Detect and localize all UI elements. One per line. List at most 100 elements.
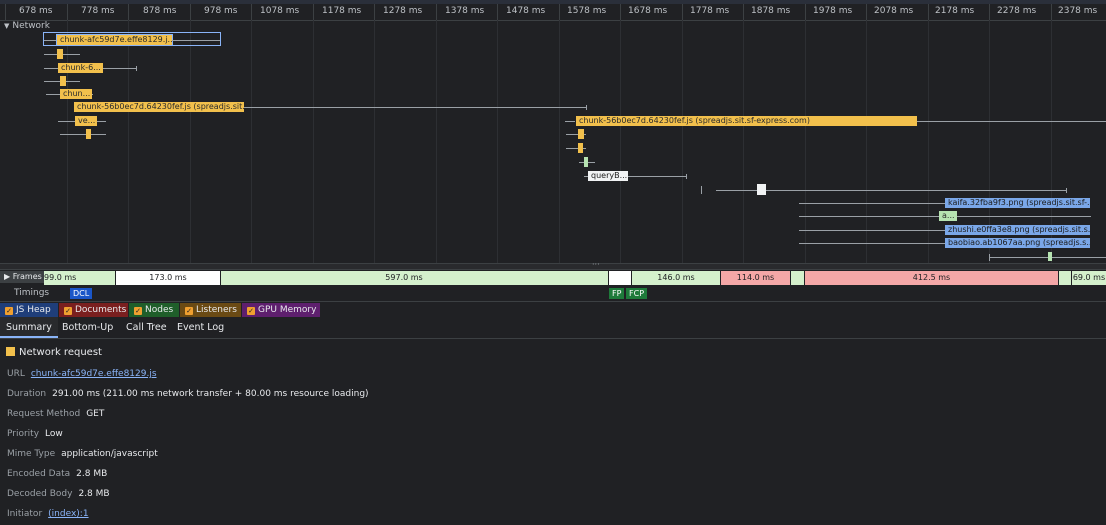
network-request-bar[interactable]: kaifa.32fba9f3.png (spreadjs.sit.sf-...: [945, 198, 1090, 208]
network-request-bar[interactable]: zhushi.e0ffa3e8.png (spreadjs.sit.s...: [945, 225, 1090, 235]
listeners-toggle[interactable]: ✓ Listeners: [180, 303, 241, 317]
frame-bar[interactable]: 146.0 ms: [632, 271, 720, 285]
network-request-bar[interactable]: [57, 49, 63, 59]
tick-label: 1578 ms: [567, 6, 607, 16]
frame-bar[interactable]: 412.5 ms: [805, 271, 1058, 285]
overview-strip[interactable]: [0, 0, 1106, 4]
tick-line: [190, 4, 191, 20]
frame-bar[interactable]: [587, 271, 608, 285]
tick-line: [989, 4, 990, 20]
fcp-marker[interactable]: FCP: [626, 288, 648, 299]
tick-label: 1878 ms: [751, 6, 791, 16]
frame-bar[interactable]: 597.0 ms: [221, 271, 587, 285]
timings-track[interactable]: Timings DCL FP FCP: [0, 287, 1106, 300]
frame-bar[interactable]: 69.0 ms: [1072, 271, 1106, 285]
frames-track-header[interactable]: ▶ Frames: [0, 271, 44, 283]
url-link[interactable]: chunk-afc59d7e.effe8129.js: [31, 369, 157, 379]
toggle-label: Nodes: [145, 305, 174, 315]
network-track-header[interactable]: ▼ Network: [4, 21, 50, 31]
network-request-bar[interactable]: ve...: [75, 116, 97, 126]
summary-row-method: Request Method GET: [7, 409, 104, 419]
frame-bar[interactable]: 114.0 ms: [721, 271, 790, 285]
fp-marker[interactable]: FP: [609, 288, 625, 299]
request-whisker: [957, 216, 1091, 217]
frame-bar[interactable]: [609, 271, 631, 285]
expand-triangle-icon[interactable]: ▶: [4, 272, 10, 281]
tick-line: [497, 4, 498, 20]
checkbox-icon[interactable]: ✓: [64, 307, 72, 315]
detail-tabs: Summary Bottom-Up Call Tree Event Log: [0, 317, 1106, 339]
tick-label: 1678 ms: [628, 6, 668, 16]
network-request-bar[interactable]: chun...: [60, 89, 92, 99]
request-whisker: [799, 243, 945, 244]
category-swatch: [6, 347, 15, 356]
js-heap-toggle[interactable]: ✓ JS Heap: [0, 303, 58, 317]
dcl-marker[interactable]: DCL: [70, 288, 93, 299]
network-request-bar[interactable]: [578, 129, 584, 139]
network-request-bar[interactable]: a...: [939, 211, 957, 221]
tick-line: [620, 4, 621, 20]
tick-line: [5, 4, 6, 20]
network-request-bar[interactable]: [60, 76, 66, 86]
network-request-bar[interactable]: chunk-56b0ec7d.64230fef.js (spreadjs.sit…: [74, 102, 244, 112]
row-key: Initiator: [7, 509, 43, 519]
toggle-label: Documents: [75, 305, 127, 315]
checkbox-icon[interactable]: ✓: [185, 307, 193, 315]
grid-line: [743, 20, 744, 263]
tick-line: [928, 4, 929, 20]
tab-bottom-up[interactable]: Bottom-Up: [56, 317, 119, 338]
grid-line: [620, 20, 621, 263]
tab-event-log[interactable]: Event Log: [171, 317, 230, 338]
documents-toggle[interactable]: ✓ Documents: [59, 303, 128, 317]
tab-call-tree[interactable]: Call Tree: [120, 317, 173, 338]
tick-line: [436, 4, 437, 20]
grid-line: [190, 20, 191, 263]
network-track-label: Network: [12, 21, 50, 31]
summary-row-priority: Priority Low: [7, 429, 63, 439]
summary-title: Network request: [6, 347, 102, 358]
frame-bar[interactable]: 99.0 ms: [44, 271, 115, 285]
tick-line: [1051, 4, 1052, 20]
network-request-bar[interactable]: [1048, 252, 1052, 261]
request-whisker: [799, 203, 945, 204]
row-key: Mime Type: [7, 449, 56, 459]
grid-line: [559, 20, 560, 263]
frame-bar[interactable]: 173.0 ms: [116, 271, 220, 285]
tick-line: [682, 4, 683, 20]
request-whisker: [917, 121, 1106, 122]
pane-splitter[interactable]: ···: [0, 260, 1106, 270]
frame-bar[interactable]: [791, 271, 804, 285]
frames-track[interactable]: 99.0 ms 173.0 ms 597.0 ms 146.0 ms 114.0…: [0, 271, 1106, 285]
network-request-bar[interactable]: [584, 157, 588, 167]
network-request-bar[interactable]: [86, 129, 91, 139]
row-value: 291.00 ms (211.00 ms network transfer + …: [52, 389, 369, 399]
gpu-memory-toggle[interactable]: ✓ GPU Memory: [242, 303, 320, 317]
grid-line: [251, 20, 252, 263]
row-key: Encoded Data: [7, 469, 71, 479]
tick-line: [374, 4, 375, 20]
grid-line: [128, 20, 129, 263]
tick-label: 2078 ms: [874, 6, 914, 16]
time-ruler[interactable]: 678 ms 778 ms 878 ms 978 ms 1078 ms 1178…: [0, 0, 1106, 21]
network-request-bar[interactable]: baobiao.ab1067aa.png (spreadjs.s...: [945, 238, 1090, 248]
network-request-bar[interactable]: queryB...: [588, 171, 628, 181]
row-value: 2.8 MB: [78, 489, 110, 499]
nodes-toggle[interactable]: ✓ Nodes: [129, 303, 179, 317]
network-request-bar[interactable]: [578, 143, 583, 153]
tab-summary[interactable]: Summary: [0, 317, 58, 338]
selection-outline: [43, 32, 221, 46]
initiator-link[interactable]: (index):1: [48, 509, 88, 519]
summary-row-decoded-body: Decoded Body 2.8 MB: [7, 489, 110, 499]
collapse-triangle-icon[interactable]: ▼: [4, 22, 9, 30]
network-request-bar[interactable]: chunk-6...: [58, 63, 103, 73]
row-value: 2.8 MB: [76, 469, 108, 479]
network-request-bar[interactable]: chunk-56b0ec7d.64230fef.js (spreadjs.sit…: [576, 116, 917, 126]
tick-label: 1278 ms: [383, 6, 423, 16]
row-key: Decoded Body: [7, 489, 73, 499]
frame-bar[interactable]: [1059, 271, 1071, 285]
network-request-bar[interactable]: [757, 184, 766, 195]
tick-label: 1178 ms: [322, 6, 362, 16]
checkbox-icon[interactable]: ✓: [134, 307, 142, 315]
checkbox-icon[interactable]: ✓: [5, 307, 13, 315]
checkbox-icon[interactable]: ✓: [247, 307, 255, 315]
